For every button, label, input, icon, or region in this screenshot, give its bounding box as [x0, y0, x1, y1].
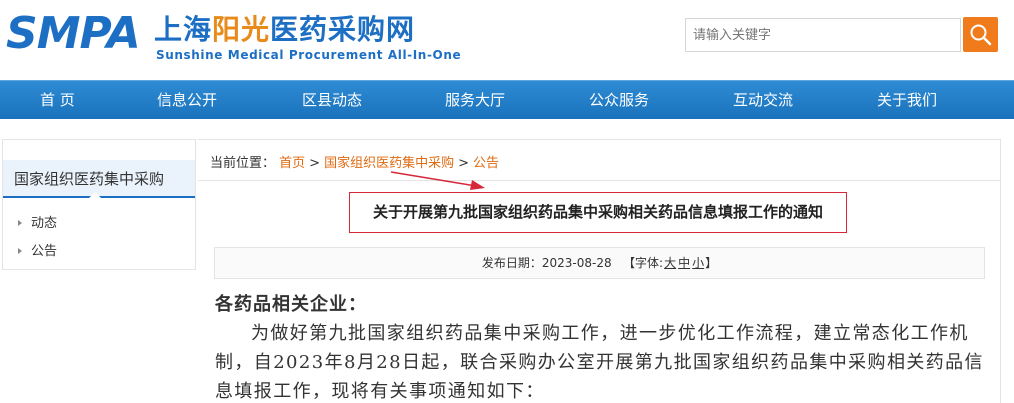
article-paragraph: 为做好第九批国家组织药品集中采购工作，进一步优化工作流程，建立常态化工作机制，自…: [215, 323, 984, 402]
sidebar-title-notch: [89, 192, 101, 198]
article-body: 各药品相关企业： 为做好第九批国家组织药品集中采购工作，进一步优化工作流程，建立…: [215, 290, 990, 403]
article-meta: 发布日期：2023-08-28 【字体:大中小】: [481, 256, 718, 270]
nav-item-public-service[interactable]: 公众服务: [589, 81, 649, 119]
sidebar-item-news[interactable]: 动态: [18, 212, 57, 231]
article-meta-bar: 发布日期：2023-08-28 【字体:大中小】: [214, 247, 985, 279]
breadcrumb-label: 当前位置：: [210, 156, 276, 171]
publish-date: 2023-08-28: [541, 256, 612, 270]
bullet-triangle-icon: [18, 219, 22, 226]
nav-item-about-us[interactable]: 关于我们: [877, 81, 937, 119]
search-box: [685, 18, 961, 52]
bullet-triangle-icon: [18, 247, 22, 254]
nav-item-home[interactable]: 首 页: [40, 81, 75, 119]
font-size-medium-link[interactable]: 中: [678, 256, 690, 270]
search-input[interactable]: [686, 19, 960, 51]
article-greeting: 各药品相关企业：: [215, 294, 367, 315]
article-panel: 当前位置： 首页 > 国家组织医药集中采购 > 公告 关于开展第九批国家组织药品集中采购…: [198, 139, 1001, 403]
breadcrumb-bar: 当前位置： 首页 > 国家组织医药集中采购 > 公告: [198, 140, 1000, 181]
breadcrumb-home[interactable]: 首页: [279, 156, 305, 171]
article-title-highlight-box: 关于开展第九批国家组织药品集中采购相关药品信息填报工作的通知: [349, 192, 847, 233]
logo-chinese-name: 上海阳光医药采购网: [154, 13, 416, 46]
nav-item-info-disclosure[interactable]: 信息公开: [157, 81, 217, 119]
nav-item-district-news[interactable]: 区县动态: [302, 81, 362, 119]
font-size-large-link[interactable]: 大: [664, 256, 676, 270]
nav-item-service-hall[interactable]: 服务大厅: [445, 81, 505, 119]
font-size-small-link[interactable]: 小: [692, 256, 704, 270]
sidebar: 国家组织医药集中采购 动态 公告: [2, 139, 196, 270]
logo-mark: SMPA: [6, 8, 141, 59]
main-nav: 首 页 信息公开 区县动态 服务大厅 公众服务 互动交流 关于我们: [0, 80, 1014, 119]
search-icon: [970, 24, 992, 46]
logo-english-name: Sunshine Medical Procurement All-In-One: [156, 48, 462, 62]
article-title: 关于开展第九批国家组织药品集中采购相关药品信息填报工作的通知: [372, 203, 823, 221]
nav-item-interaction[interactable]: 互动交流: [733, 81, 793, 119]
sidebar-item-announcements[interactable]: 公告: [18, 240, 57, 259]
annotation-arrow-icon: [390, 171, 485, 190]
site-header: SMPA 上海阳光医药采购网 Sunshine Medical Procurem…: [0, 0, 1014, 80]
sidebar-title[interactable]: 国家组织医药集中采购: [3, 160, 195, 198]
search-button[interactable]: [963, 17, 998, 52]
publish-date-label: 发布日期：: [481, 256, 542, 270]
